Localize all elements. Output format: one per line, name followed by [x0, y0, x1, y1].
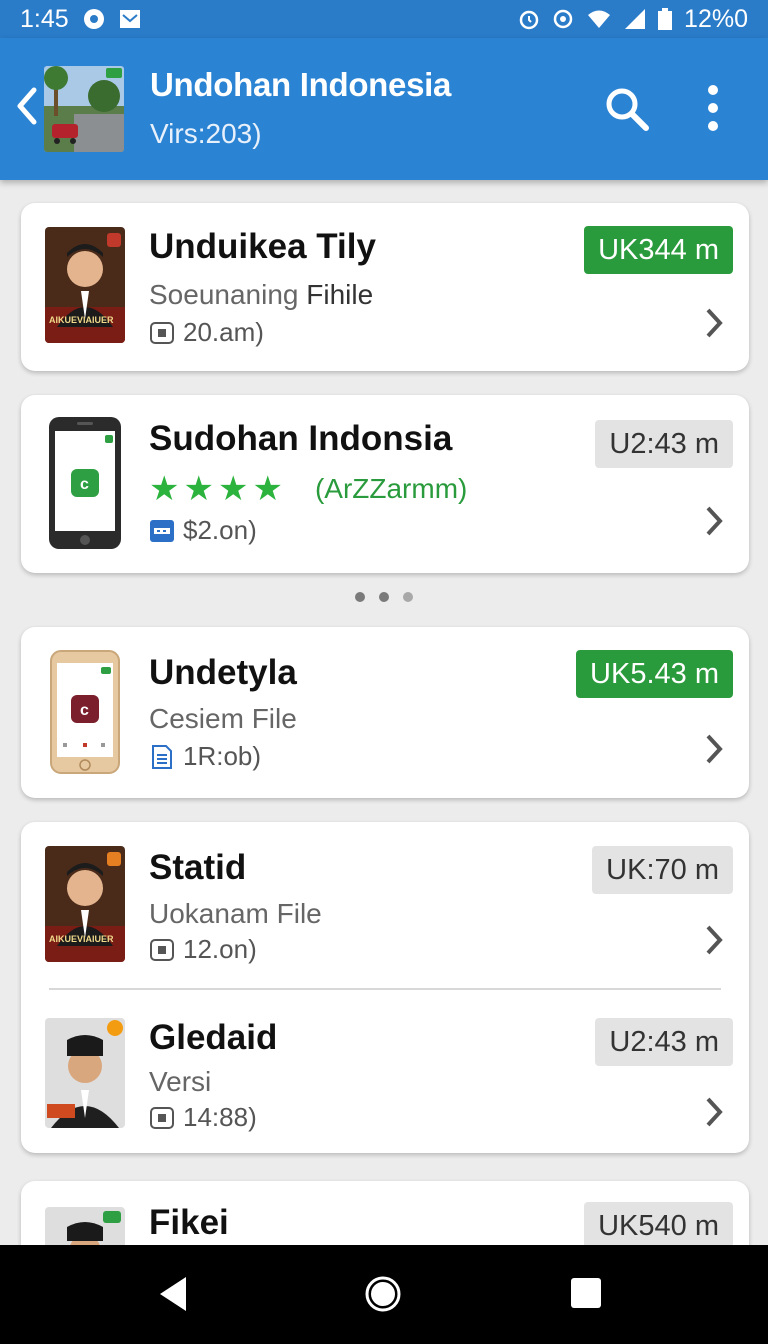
- app-bar: Undohan Indonesia Virs:203): [0, 38, 768, 180]
- item-title: Gledaid: [149, 1018, 278, 1057]
- item-meta-text: 1R:ob): [183, 741, 262, 771]
- item-thumbnail: c: [50, 650, 120, 774]
- list-item[interactable]: AIKUEVIAIUER Unduikea Tily Soeunaning Fi…: [21, 203, 749, 371]
- list-card[interactable]: c Undetyla Cesiem File 1R:ob) UK5.43 m: [21, 627, 749, 798]
- item-title: Unduikea Tily: [149, 227, 376, 266]
- document-icon: [152, 744, 172, 769]
- item-subtitle: Uokanam File: [149, 898, 322, 930]
- item-title: Undetyla: [149, 653, 297, 692]
- page-dot[interactable]: [379, 592, 389, 602]
- list-card[interactable]: AIKUEVIAIUER Statid Uokanam File 12.on) …: [21, 822, 749, 1153]
- item-title: Statid: [149, 848, 247, 887]
- item-subtitle-strong: Fihile: [306, 279, 374, 310]
- size-badge: UK5.43 m: [576, 650, 733, 698]
- list-card[interactable]: c Sudohan Indonsia ★ ★ ★ ★ (ArZZarmm) $2…: [21, 395, 749, 573]
- item-thumbnail: [45, 1018, 125, 1128]
- file-icon: [150, 1106, 174, 1129]
- item-title: Fikei: [149, 1203, 229, 1242]
- item-meta: 12.on): [149, 934, 257, 965]
- item-meta-text: 20.am): [183, 317, 264, 347]
- file-icon: [150, 938, 174, 961]
- item-meta-text: 14:88): [183, 1102, 257, 1132]
- navigation-bar: [0, 1245, 768, 1344]
- size-badge: UK:70 m: [592, 846, 733, 894]
- item-meta-text: 12.on): [183, 934, 257, 964]
- app-title: Undohan Indonesia: [150, 66, 452, 103]
- back-arrow-icon[interactable]: [10, 84, 44, 128]
- item-subtitle: Soeunaning Fihile: [149, 279, 373, 311]
- file-icon: [150, 321, 174, 344]
- item-meta: 20.am): [149, 317, 264, 348]
- size-badge: U2:43 m: [595, 420, 733, 468]
- rating: ★ ★ ★ ★ (ArZZarmm): [149, 469, 467, 509]
- item-thumbnail: c: [49, 417, 121, 549]
- battery-icon: [658, 8, 673, 30]
- app-thumbnail: [44, 66, 124, 152]
- list-item[interactable]: c Undetyla Cesiem File 1R:ob) UK5.43 m: [21, 627, 749, 798]
- search-icon[interactable]: [602, 84, 650, 132]
- storage-icon: [150, 519, 174, 542]
- chevron-right-icon[interactable]: [703, 731, 725, 767]
- battery-level: 12%0: [684, 4, 748, 33]
- page-dot[interactable]: [403, 592, 413, 602]
- page-indicator: [0, 592, 768, 602]
- svg-text:c: c: [80, 476, 89, 493]
- chevron-right-icon[interactable]: [703, 503, 725, 539]
- item-subtitle-prefix: Versi: [149, 1066, 212, 1097]
- list-card[interactable]: AIKUEVIAIUER Unduikea Tily Soeunaning Fi…: [21, 203, 749, 371]
- notification-icon: [83, 9, 104, 29]
- app-subtitle: Virs:203): [150, 118, 262, 149]
- wifi-icon: [588, 10, 611, 28]
- item-thumbnail: AIKUEVIAIUER: [45, 846, 125, 962]
- item-meta: 14:88): [149, 1102, 257, 1133]
- chevron-right-icon[interactable]: [703, 922, 725, 958]
- mail-icon: [119, 10, 140, 28]
- size-badge: UK540 m: [584, 1202, 733, 1250]
- item-meta-text: $2.on): [183, 515, 257, 545]
- star-icon: ★: [252, 470, 283, 508]
- list-item[interactable]: c Sudohan Indonsia ★ ★ ★ ★ (ArZZarmm) $2…: [21, 395, 749, 573]
- nav-recents-icon[interactable]: [570, 1277, 602, 1309]
- size-badge: U2:43 m: [595, 1018, 733, 1066]
- star-icon: ★: [149, 470, 180, 508]
- rating-text: (ArZZarmm): [314, 473, 468, 504]
- item-meta: $2.on): [149, 515, 257, 546]
- chevron-right-icon[interactable]: [703, 1094, 725, 1130]
- item-subtitle-prefix: Cesiem File: [149, 703, 297, 734]
- alarm-icon: [519, 10, 539, 30]
- signal-icon: [625, 9, 646, 29]
- sync-icon: [553, 9, 573, 29]
- page-dot[interactable]: [355, 592, 365, 602]
- nav-back-icon[interactable]: [156, 1275, 190, 1313]
- clock: 1:45: [20, 4, 69, 33]
- chevron-right-icon[interactable]: [703, 305, 725, 341]
- list-item[interactable]: Gledaid Versi 14:88) U2:43 m: [21, 990, 749, 1153]
- item-subtitle: Versi: [149, 1066, 211, 1098]
- item-subtitle-prefix: Uokanam File: [149, 898, 322, 929]
- poster-caption: AIKUEVIAIUER: [49, 315, 114, 325]
- item-thumbnail: AIKUEVIAIUER: [45, 227, 125, 343]
- svg-text:c: c: [80, 702, 89, 719]
- size-badge: UK344 m: [584, 226, 733, 274]
- item-title: Sudohan Indonsia: [149, 419, 453, 458]
- status-bar: 1:45 12%0: [0, 0, 768, 38]
- star-icon: ★: [217, 470, 249, 508]
- list-item[interactable]: AIKUEVIAIUER Statid Uokanam File 12.on) …: [21, 822, 749, 988]
- item-subtitle-prefix: Soeunaning: [149, 279, 307, 310]
- star-icon: ★: [183, 470, 214, 508]
- poster-caption: AIKUEVIAIUER: [49, 934, 114, 944]
- item-subtitle: Cesiem File: [149, 703, 297, 735]
- item-meta: 1R:ob): [149, 741, 261, 772]
- nav-home-icon[interactable]: [364, 1275, 402, 1313]
- more-vert-icon[interactable]: [696, 82, 730, 134]
